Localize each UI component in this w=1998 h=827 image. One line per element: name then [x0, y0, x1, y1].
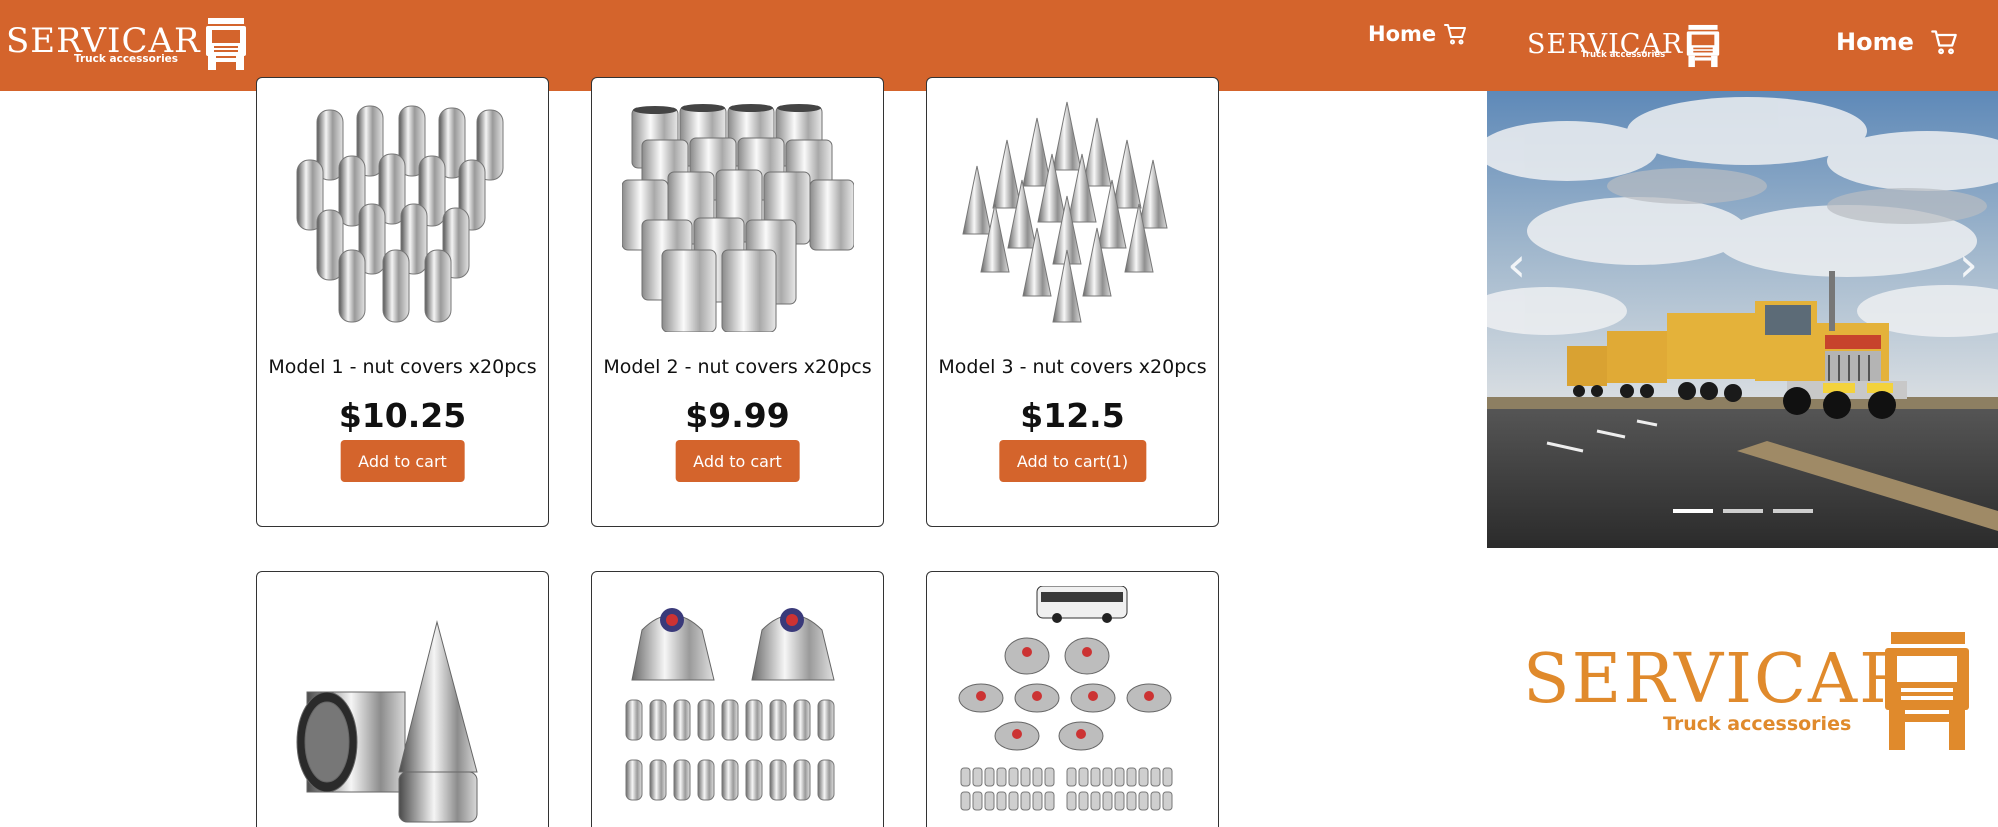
product-price: $12.5 — [1020, 396, 1125, 435]
truck-icon — [205, 18, 246, 70]
logo-tagline: Truck accessories — [1663, 713, 1851, 735]
product-card: Model 2 - nut covers x20pcs $9.99 Add to… — [591, 77, 884, 527]
add-to-cart-button[interactable]: Add to cart(1) — [998, 440, 1147, 482]
cart-icon[interactable] — [1443, 22, 1467, 46]
chevron-left-icon[interactable]: ‹ — [1507, 241, 1526, 289]
product-card — [926, 571, 1219, 827]
product-card — [591, 571, 884, 827]
brand-tagline: Truck accessories — [1581, 50, 1666, 60]
product-price: $9.99 — [685, 396, 790, 435]
hero-carousel[interactable]: ‹ › — [1487, 91, 1998, 548]
carousel-indicators — [1487, 509, 1998, 513]
carousel-slide-image-road-train — [1487, 91, 1998, 548]
carousel-indicator[interactable] — [1772, 509, 1813, 513]
add-to-cart-button[interactable]: Add to cart — [675, 440, 800, 482]
nav-home-link[interactable]: Home — [1836, 28, 1914, 56]
logo-word: SERVICAR — [1523, 640, 1912, 719]
product-title: Model 2 - nut covers x20pcs — [603, 356, 872, 378]
product-image-nut-covers-model-1 — [296, 105, 504, 323]
home-page-window: SERVICAR Truck accessories Home ‹ › SERV… — [1487, 0, 1998, 827]
product-title: Model 3 - nut covers x20pcs — [938, 356, 1207, 378]
chevron-right-icon[interactable]: › — [1959, 241, 1978, 289]
product-title: Model 1 - nut covers x20pcs — [268, 356, 537, 378]
truck-icon — [1687, 24, 1720, 68]
product-card — [256, 571, 549, 827]
product-image-hub-cover-set — [625, 608, 835, 801]
product-card: Model 1 - nut covers x20pcs $10.25 Add t… — [256, 77, 549, 527]
brand-logo[interactable]: SERVICAR Truck accessories — [6, 14, 247, 74]
carousel-indicator[interactable] — [1672, 509, 1713, 513]
servicar-logo-large: SERVICAR Truck accessories — [1523, 632, 1969, 750]
brand-tagline: Truck accessories — [74, 53, 179, 65]
truck-icon — [1885, 632, 1969, 750]
product-price: $10.25 — [338, 396, 467, 435]
add-to-cart-button[interactable]: Add to cart — [340, 440, 465, 482]
cart-icon[interactable] — [1930, 28, 1958, 56]
brand-logo[interactable]: SERVICAR Truck accessories — [1527, 20, 1720, 72]
product-image-nut-covers-model-2 — [622, 104, 854, 332]
carousel-indicator[interactable] — [1722, 509, 1763, 513]
nav-home-link[interactable]: Home — [1368, 22, 1436, 46]
product-card: Model 3 - nut covers x20pcs $12.5 Add to… — [926, 77, 1219, 527]
product-image-bus-hub-kit — [958, 586, 1173, 811]
product-image-spike-nut-covers — [296, 620, 478, 823]
product-listing-window: SERVICAR Truck accessories Home Model 1 … — [0, 0, 1487, 827]
product-image-nut-covers-model-3 — [962, 101, 1168, 323]
top-navbar: SERVICAR Truck accessories Home — [1487, 0, 1998, 91]
